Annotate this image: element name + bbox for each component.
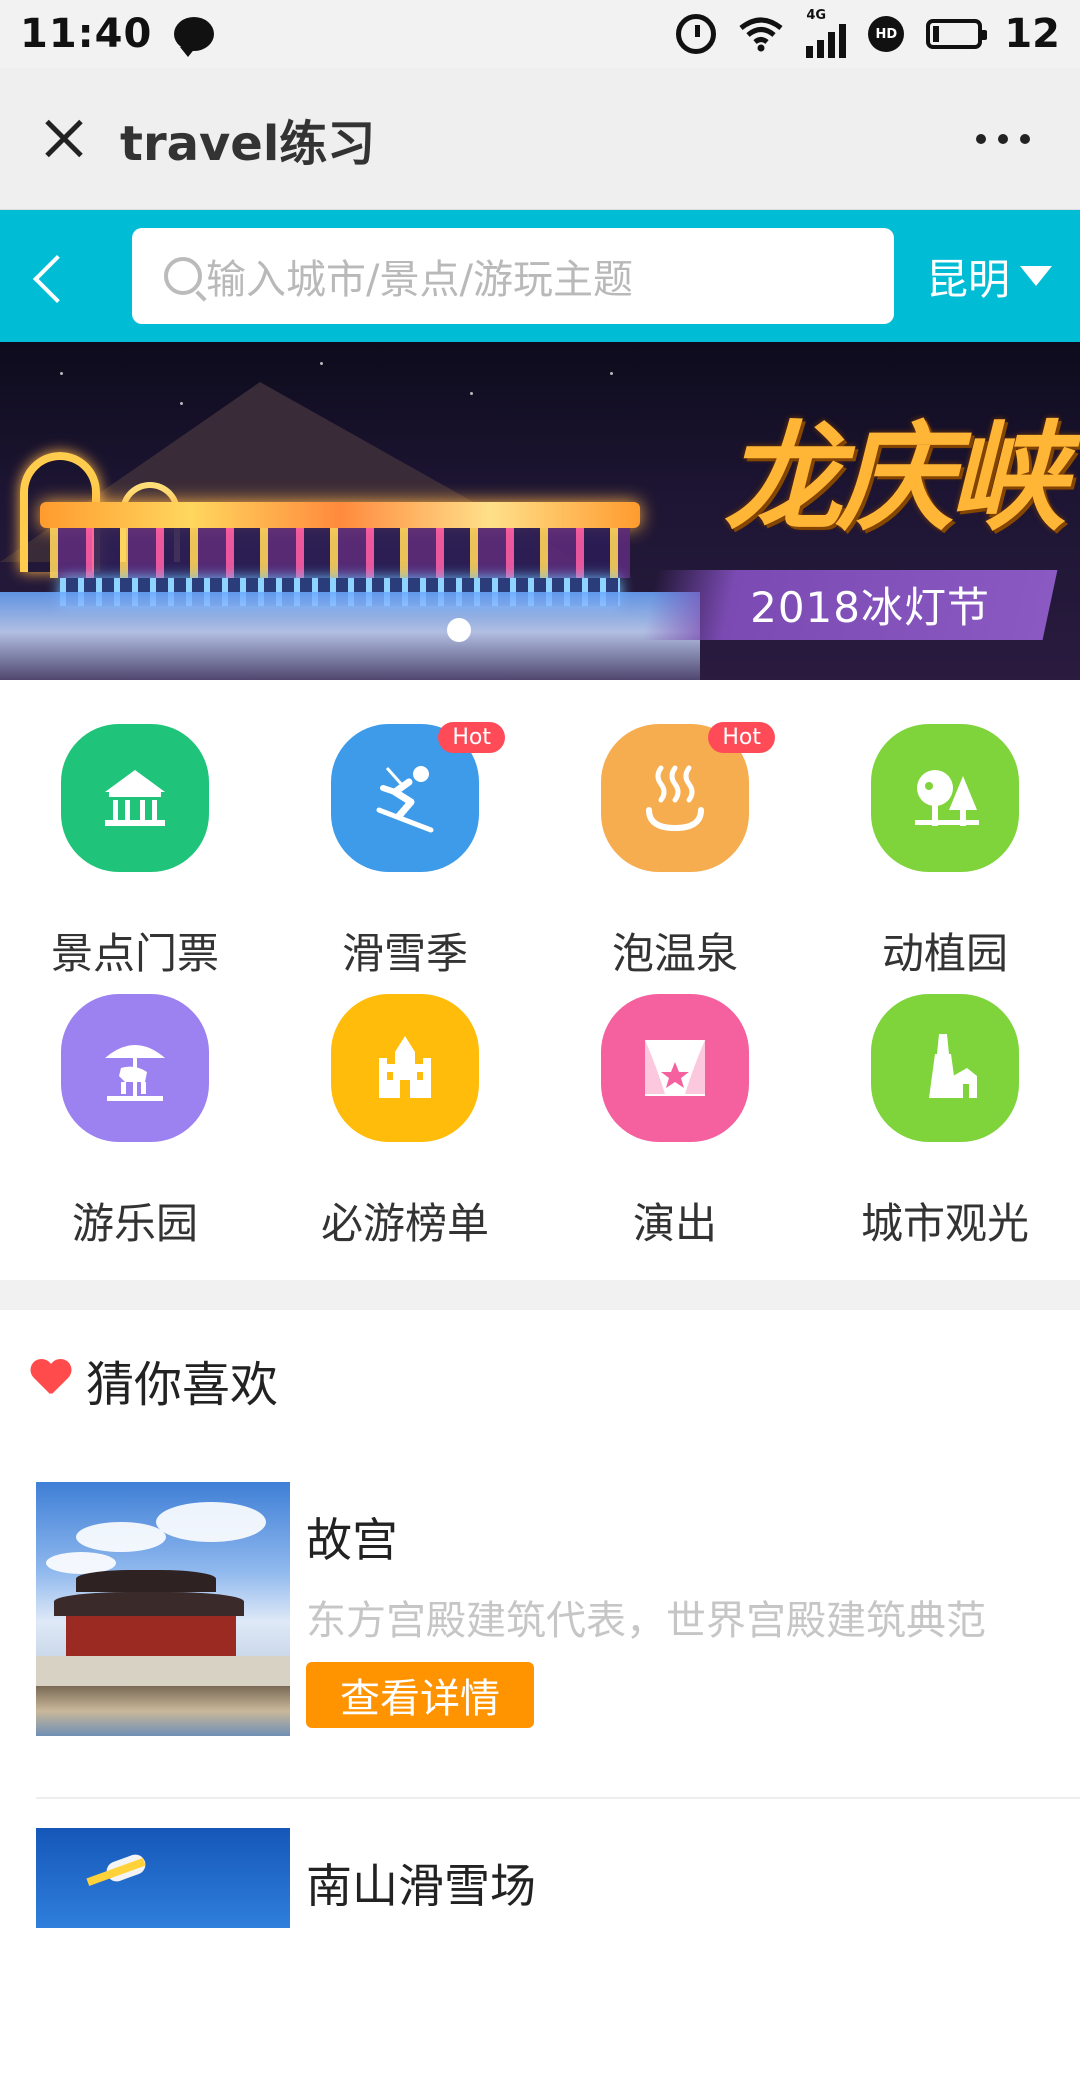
category-label: 城市观光 [860,1199,1029,1248]
item-thumbnail [36,1828,290,2082]
stage-icon [645,1040,705,1096]
category-tickets[interactable]: 景点门票 [0,724,270,994]
category-label: 必游榜单 [320,1199,489,1248]
category-tile [871,724,1019,872]
carousel-icon [105,1045,165,1101]
category-tile [331,994,479,1142]
page-title: travel练习 [120,115,376,172]
status-bar: 11:40 4G HD 12 [0,0,1080,68]
banner-brand: 龙庆峡 [723,408,1066,547]
search-placeholder: 输入城市/景点/游玩主题 [206,257,633,303]
tower-icon [929,1034,977,1098]
item-name: 南山滑雪场 [306,1859,536,1913]
view-details-button[interactable]: 查看详情 [306,1662,534,1728]
item-separator [36,1797,1080,1799]
alarm-icon [676,14,717,54]
category-tile: Hot [601,722,775,872]
wifi-icon [738,16,784,52]
skier-icon [376,766,434,833]
category-hot-spring[interactable]: Hot 泡温泉 [540,722,810,994]
list-item[interactable]: 故宫 东方宫殿建筑代表，世界宫殿建筑典范 查看详情 [36,1482,1080,1742]
hot-badge: Hot [708,722,775,753]
category-ski[interactable]: Hot 滑雪季 [270,722,540,994]
banner-carousel[interactable]: 龙庆峡 2018冰灯节 [0,342,1080,680]
category-city-tour[interactable]: 城市观光 [810,994,1080,1264]
category-label: 动植园 [881,929,1008,978]
title-bar: travel练习 [0,68,1080,210]
recommend-header: 猜你喜欢 [30,1345,278,1415]
hot-badge: Hot [438,722,505,753]
castle-icon [379,1036,431,1098]
recommend-title: 猜你喜欢 [86,1357,279,1413]
city-name: 昆明 [926,254,1011,304]
back-arrow-icon[interactable] [0,210,132,342]
category-tile [601,994,749,1142]
category-show[interactable]: 演出 [540,994,810,1264]
search-input[interactable]: 输入城市/景点/游玩主题 [132,228,894,324]
item-description: 东方宫殿建筑代表，世界宫殿建筑典范 [306,1598,986,1644]
banner-subtitle: 2018冰灯节 [750,583,990,632]
category-tile [61,724,209,872]
caret-down-icon [1020,266,1053,286]
search-icon [164,257,202,295]
category-label: 演出 [632,1199,717,1248]
battery-icon [926,19,988,49]
category-label: 泡温泉 [611,929,738,978]
search-header: 输入城市/景点/游玩主题 昆明 [0,210,1080,342]
heart-icon [30,1360,72,1400]
category-zoo[interactable]: 动植园 [810,724,1080,994]
category-top-list[interactable]: 必游榜单 [270,994,540,1264]
status-time: 11:40 [20,11,153,57]
banner-ice-waterfall [0,592,700,680]
category-grid: 景点门票 Hot 滑雪季 Hot 泡温泉 动植园 游乐园 必游榜单 演出 城市观… [0,680,1080,1280]
hot-spring-icon [646,765,704,832]
section-divider [0,1280,1080,1310]
carousel-indicator[interactable] [447,618,471,642]
item-thumbnail [36,1482,290,1736]
hd-icon: HD [868,16,905,52]
battery-level: 12 [1004,11,1060,57]
category-tile [871,994,1019,1142]
more-menu-icon[interactable] [976,133,1030,144]
city-selector[interactable]: 昆明 [926,246,1053,307]
signal-icon: 4G [806,8,847,58]
trees-icon [915,770,979,826]
item-name: 故宫 [306,1513,398,1567]
status-icons: 4G HD 12 [676,8,1060,58]
category-tile: Hot [331,722,505,872]
pavilion-icon [105,770,165,826]
category-label: 滑雪季 [341,929,468,978]
chat-notification-icon [174,17,215,57]
network-type: 4G [806,8,827,23]
category-label: 游乐园 [71,1199,198,1248]
category-label: 景点门票 [50,929,219,978]
category-amusement[interactable]: 游乐园 [0,994,270,1264]
category-tile [61,994,209,1142]
list-item[interactable]: 南山滑雪场 [36,1828,1080,2088]
close-icon[interactable] [0,68,120,210]
